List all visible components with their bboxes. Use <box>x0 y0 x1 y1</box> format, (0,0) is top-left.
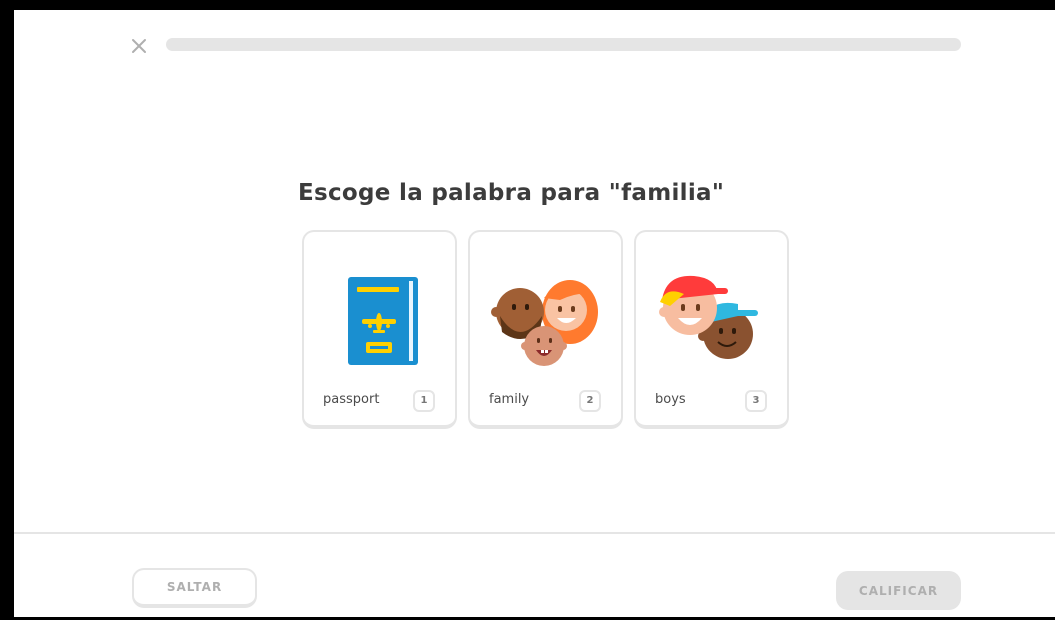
footer-divider <box>14 532 1055 534</box>
close-icon[interactable] <box>130 37 148 55</box>
lesson-screen: Escoge la palabra para "familia" passpor… <box>14 10 1055 617</box>
progress-bar <box>166 38 961 51</box>
shortcut-key-badge: 3 <box>745 390 767 412</box>
passport-icon <box>348 277 418 365</box>
shortcut-key-badge: 2 <box>579 390 601 412</box>
choice-label: passport <box>323 392 380 407</box>
check-button: CALIFICAR <box>836 571 961 610</box>
choice-card-passport[interactable]: passport 1 <box>302 230 457 429</box>
shortcut-key-badge: 1 <box>413 390 435 412</box>
choice-card-boys[interactable]: boys 3 <box>634 230 789 429</box>
choice-label: boys <box>655 392 686 407</box>
challenge-prompt: Escoge la palabra para "familia" <box>298 180 725 206</box>
boys-icon <box>659 275 758 359</box>
choice-label: family <box>489 392 530 407</box>
skip-button[interactable]: SALTAR <box>132 568 257 608</box>
choice-card-family[interactable]: family 2 <box>468 230 623 429</box>
family-icon <box>491 280 598 366</box>
